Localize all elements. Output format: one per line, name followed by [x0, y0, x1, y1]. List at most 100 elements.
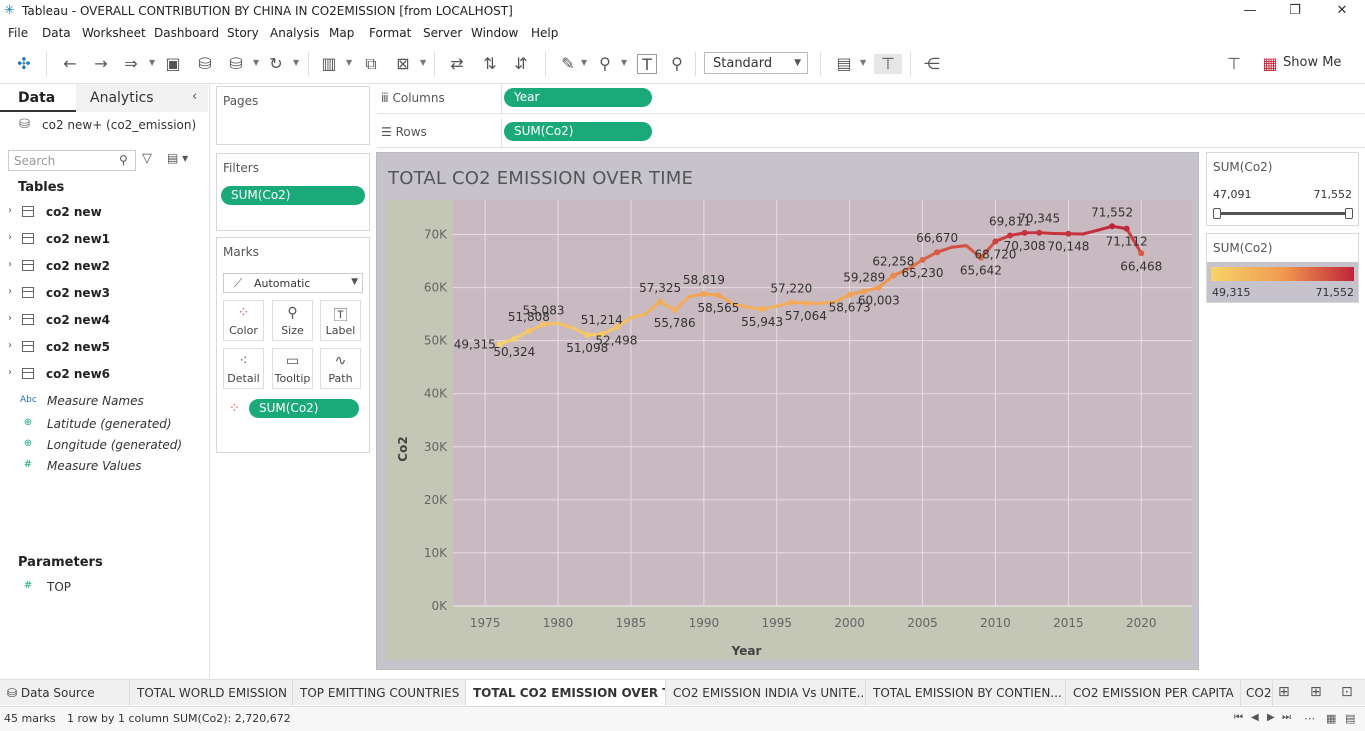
tableau-home-icon[interactable]: ✣ — [14, 54, 34, 74]
filters-card[interactable]: Filters SUM(Co2) — [216, 153, 370, 231]
filter-pill[interactable]: SUM(Co2) — [221, 186, 365, 205]
pin-axes-icon[interactable]: ⚲ — [667, 54, 687, 74]
show-mark-labels-icon[interactable]: T — [637, 54, 657, 74]
label-button[interactable]: 🅃 Label — [320, 300, 361, 341]
line-chart[interactable]: 0K 10K 20K 30K 40K 50K 60K 70K 1975 1980 1985 1990 1… — [377, 153, 1200, 671]
menu-data[interactable]: Data — [42, 26, 71, 40]
minimize-icon[interactable]: — — [1235, 2, 1265, 20]
next-sheet-icon[interactable]: ▶ — [1267, 712, 1275, 723]
view-cards-icon[interactable]: ▤ — [834, 54, 854, 74]
sorter-view-icon[interactable]: ▤ — [1345, 712, 1355, 725]
filter-icon[interactable]: ▽ — [142, 151, 152, 166]
table-item[interactable]: › co2 new1 — [0, 228, 208, 250]
tab-data[interactable]: Data — [0, 84, 76, 112]
x-tick-label: 2005 — [907, 616, 938, 630]
tab-total-co2-emission-over-time[interactable]: TOTAL CO2 EMISSION OVER T... — [466, 680, 666, 706]
pages-card[interactable]: Pages — [216, 86, 370, 145]
show-me-label[interactable]: Show Me — [1283, 55, 1341, 70]
columns-pill-year[interactable]: Year — [504, 88, 652, 107]
tab-data-source[interactable]: ⛁ Data Source — [0, 680, 130, 706]
tab-total-world-emission[interactable]: TOTAL WORLD EMISSION — [130, 680, 293, 706]
menu-worksheet[interactable]: Worksheet — [82, 26, 146, 40]
replay-icon[interactable]: ⇒ — [121, 54, 141, 74]
tabs-view-icon[interactable]: ▦ — [1326, 712, 1336, 725]
sort-descending-icon[interactable]: ⇵ — [511, 54, 531, 74]
undo-icon[interactable]: ← — [60, 54, 80, 74]
tab-co2-emission-per-capita[interactable]: CO2 EMISSION PER CAPITA — [1066, 680, 1241, 706]
menu-window[interactable]: Window — [471, 26, 518, 40]
menu-dashboard[interactable]: Dashboard — [154, 26, 219, 40]
new-worksheet-icon[interactable]: ⊞ — [1278, 684, 1290, 700]
menu-format[interactable]: Format — [369, 26, 411, 40]
menu-file[interactable]: File — [8, 26, 28, 40]
swap-rows-columns-icon[interactable]: ⇄ — [447, 54, 467, 74]
toolbar: ✣ ← → ⇒ ▼ ▣ ⛁ ⛁ ▼ ↻ ▼ ▥ ▼ ⧉ ⊠ ▼ ⇄ ⇅ ⇵ ✎ … — [0, 44, 1365, 84]
duplicate-sheet-icon[interactable]: ⧉ — [361, 54, 381, 74]
tab-total-emission-by-continent[interactable]: TOTAL EMISSION BY CONTIEN... — [866, 680, 1066, 706]
table-item[interactable]: › co2 new6 — [0, 363, 208, 385]
filter-legend-card[interactable]: SUM(Co2) 47,091 71,552 — [1206, 152, 1359, 226]
menu-server[interactable]: Server — [423, 26, 462, 40]
table-item[interactable]: › co2 new3 — [0, 282, 208, 304]
share-icon[interactable]: ⋲ — [922, 54, 942, 74]
path-button[interactable]: ∿ Path — [320, 348, 361, 389]
menu-analysis[interactable]: Analysis — [270, 26, 319, 40]
menu-help[interactable]: Help — [531, 26, 558, 40]
parameter-top[interactable]: # TOP — [0, 577, 208, 597]
fit-dropdown[interactable]: Standard ▼ — [704, 52, 808, 74]
format-painter-icon[interactable]: ⊤ — [1224, 54, 1244, 74]
new-datasource-icon[interactable]: ⛁ — [195, 54, 215, 74]
field-measure-names[interactable]: AbcLatitude (generated)Measure Names — [0, 391, 208, 411]
search-input[interactable]: Search ⚲ — [8, 150, 136, 171]
filmstrip-view-icon[interactable]: ⋯ — [1304, 712, 1315, 725]
color-button[interactable]: ⁘ Color — [223, 300, 264, 341]
restore-icon[interactable]: ❐ — [1280, 2, 1310, 20]
tab-co2-emission-india-vs-united[interactable]: CO2 EMISSION INDIA Vs UNITE... — [666, 680, 866, 706]
tab-top-emitting-countries[interactable]: TOP EMITTING COUNTRIES — [293, 680, 466, 706]
mark-type-dropdown[interactable]: ⟋ Automatic ▼ — [223, 273, 363, 293]
save-icon[interactable]: ▣ — [163, 54, 183, 74]
clear-sheet-icon[interactable]: ⊠ — [393, 54, 413, 74]
collapse-icon[interactable]: ‹ — [192, 89, 197, 104]
tab-co2-truncated[interactable]: CO2 — [1241, 680, 1273, 706]
new-worksheet-icon[interactable]: ▥ — [319, 54, 339, 74]
range-slider-track[interactable] — [1217, 212, 1350, 215]
tab-analytics[interactable]: Analytics ‹ — [76, 84, 208, 112]
new-story-icon[interactable]: ⊡ — [1341, 684, 1353, 700]
rows-shelf[interactable]: ☰ Rows SUM(Co2) — [377, 118, 1365, 148]
presentation-mode-icon[interactable]: ⊤ — [874, 54, 902, 74]
group-members-icon[interactable]: ⚲ — [595, 54, 615, 74]
table-item[interactable]: › co2 new4 — [0, 309, 208, 331]
color-legend-card[interactable]: SUM(Co2) 49,315 71,552 — [1206, 233, 1359, 303]
table-item[interactable]: › co2 new2 — [0, 255, 208, 277]
color-pill[interactable]: SUM(Co2) — [249, 399, 359, 418]
tooltip-button[interactable]: ▭ Tooltip — [272, 348, 313, 389]
datasource-name[interactable]: co2 new+ (co2_emission) — [42, 118, 196, 132]
range-slider-max-handle[interactable] — [1345, 208, 1353, 219]
size-button[interactable]: ⚲ Size — [272, 300, 313, 341]
detail-button[interactable]: ⁖ Detail — [223, 348, 264, 389]
show-me-icon[interactable]: ▦ — [1260, 54, 1280, 74]
rows-pill-sum-co2[interactable]: SUM(Co2) — [504, 122, 652, 141]
field-latitude[interactable]: ⊕ Latitude (generated) — [0, 414, 208, 434]
first-sheet-icon[interactable]: ⏮ — [1234, 712, 1243, 723]
columns-shelf[interactable]: ⅲ Columns Year — [377, 84, 1365, 114]
menu-story[interactable]: Story — [227, 26, 259, 40]
table-item[interactable]: › co2 new — [0, 201, 208, 223]
redo-icon[interactable]: → — [91, 54, 111, 74]
highlight-icon[interactable]: ✎ — [558, 54, 578, 74]
view-options-icon[interactable]: ▤ ▾ — [167, 151, 188, 165]
prev-sheet-icon[interactable]: ◀ — [1251, 712, 1259, 723]
new-dashboard-icon[interactable]: ⊞ — [1310, 684, 1322, 700]
refresh-icon[interactable]: ↻ — [266, 54, 286, 74]
pause-updates-icon[interactable]: ⛁ — [226, 54, 246, 74]
close-icon[interactable]: ✕ — [1327, 2, 1357, 20]
table-item[interactable]: › co2 new5 — [0, 336, 208, 358]
field-measure-values[interactable]: # Measure Values — [0, 456, 208, 476]
last-sheet-icon[interactable]: ⏭ — [1282, 712, 1291, 723]
range-slider-min-handle[interactable] — [1213, 208, 1221, 219]
field-longitude[interactable]: ⊕ Longitude (generated) — [0, 435, 208, 455]
sort-ascending-icon[interactable]: ⇅ — [480, 54, 500, 74]
x-tick-label: 2020 — [1126, 616, 1157, 630]
menu-map[interactable]: Map — [329, 26, 354, 40]
